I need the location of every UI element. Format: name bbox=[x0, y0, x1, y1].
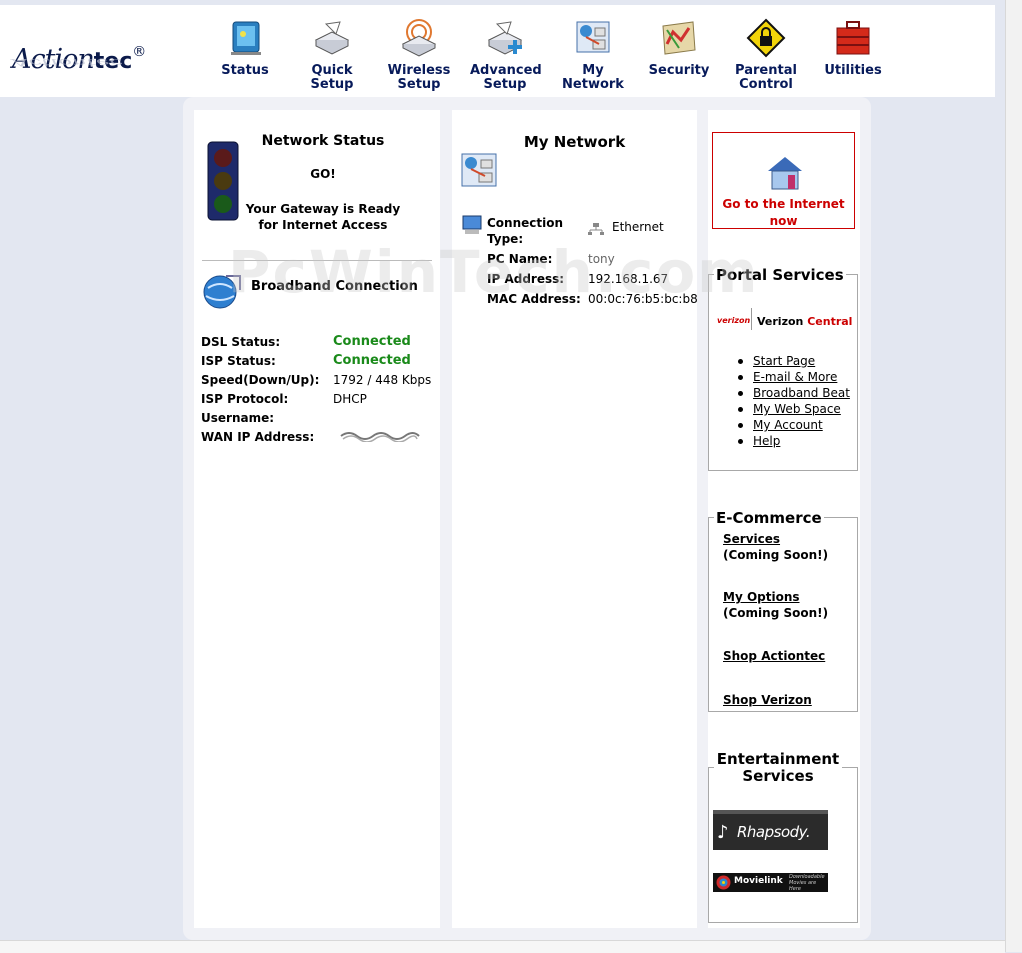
wan-ip-label: WAN IP Address: bbox=[201, 430, 315, 444]
go-to-internet-box[interactable]: Go to the Internet now bbox=[712, 132, 855, 229]
portal-link-my-web-space[interactable]: My Web Space bbox=[753, 402, 841, 416]
nav-quick-setup[interactable]: Quick Setup bbox=[302, 18, 362, 92]
rhapsody-banner[interactable]: ♪ Rhapsody. bbox=[713, 810, 828, 850]
dsl-status-value: Connected bbox=[333, 334, 411, 349]
ecommerce-my-options-link[interactable]: My Options bbox=[723, 590, 800, 604]
nav-wireless-setup[interactable]: Wireless Setup bbox=[386, 18, 452, 92]
connection-type-value: Ethernet bbox=[612, 220, 664, 234]
portal-link-email[interactable]: E-mail & More bbox=[753, 370, 837, 384]
quick-setup-icon bbox=[314, 21, 350, 55]
nav-my-network[interactable]: My Network bbox=[550, 18, 636, 92]
isp-protocol-label: ISP Protocol: bbox=[201, 392, 289, 406]
go-text: GO! bbox=[310, 167, 336, 181]
parental-control-icon bbox=[746, 18, 786, 58]
ecommerce-title: E-Commerce bbox=[714, 509, 824, 527]
portal-link-help[interactable]: Help bbox=[753, 434, 780, 448]
wireless-setup-icon bbox=[401, 19, 437, 57]
connection-type-label-1: Connection bbox=[487, 216, 564, 230]
horizontal-scrollbar[interactable] bbox=[0, 940, 1005, 953]
ecommerce-options-note: (Coming Soon!) bbox=[723, 606, 829, 620]
portal-link-my-account[interactable]: My Account bbox=[753, 418, 823, 432]
gateway-ready-line2: for Internet Access bbox=[258, 218, 388, 232]
gateway-ready-line1: Your Gateway is Ready bbox=[245, 202, 401, 216]
isp-protocol-value: DHCP bbox=[333, 392, 367, 406]
nav-status[interactable]: Status bbox=[215, 18, 275, 78]
nav-utilities[interactable]: Utilities bbox=[822, 18, 884, 78]
portal-link-start-page[interactable]: Start Page bbox=[753, 354, 815, 368]
ethernet-icon bbox=[588, 223, 604, 235]
speed-label: Speed(Down/Up): bbox=[201, 373, 320, 387]
my-network-icon bbox=[576, 21, 610, 53]
header: Actiontec® Actiontec Status Quick Setup W… bbox=[0, 0, 995, 97]
nav-advanced-setup[interactable]: Advanced Setup bbox=[470, 18, 542, 92]
go-to-internet-line1: Go to the Internet bbox=[722, 197, 845, 211]
nav-parental-control[interactable]: Parental Control bbox=[735, 18, 797, 92]
isp-status-label: ISP Status: bbox=[201, 354, 276, 368]
status-icon bbox=[231, 21, 261, 55]
page: Actiontec® Actiontec Status Quick Setup W… bbox=[0, 0, 1005, 940]
wan-ip-redacted bbox=[340, 432, 420, 442]
movielink-banner[interactable]: Movielink Downloadable Movies are Here bbox=[713, 873, 828, 892]
right-column: Go to the Internet now Portal Services v… bbox=[708, 110, 860, 928]
my-network-title: My Network bbox=[523, 133, 626, 151]
utilities-icon bbox=[836, 21, 870, 55]
entertainment-title: Entertainment Services bbox=[714, 751, 842, 785]
network-status-column: Network Status GO! Your Gateway is Ready… bbox=[194, 110, 440, 928]
advanced-setup-icon bbox=[487, 21, 523, 55]
shop-actiontec-link[interactable]: Shop Actiontec bbox=[723, 649, 825, 663]
pc-icon bbox=[462, 215, 482, 234]
house-icon bbox=[768, 157, 802, 190]
nav-security[interactable]: Security bbox=[648, 18, 710, 78]
security-icon bbox=[662, 21, 696, 55]
shop-verizon-link[interactable]: Shop Verizon bbox=[723, 693, 812, 707]
vertical-scrollbar[interactable] bbox=[1005, 0, 1022, 952]
speed-value: 1792 / 448 Kbps bbox=[333, 373, 432, 387]
my-network-panel-icon bbox=[461, 153, 497, 187]
movielink-logo-icon bbox=[716, 875, 731, 890]
my-network-column: My Network Connection Type: Ethernet PC … bbox=[452, 110, 698, 928]
go-to-internet-line2: now bbox=[769, 214, 798, 228]
ecommerce-services-link[interactable]: Services bbox=[723, 532, 780, 546]
portal-link-broadband-beat[interactable]: Broadband Beat bbox=[753, 386, 850, 400]
username-label: Username: bbox=[201, 411, 275, 425]
isp-status-value: Connected bbox=[333, 353, 411, 368]
ecommerce-services-note: (Coming Soon!) bbox=[723, 548, 829, 562]
traffic-light-icon bbox=[207, 141, 239, 221]
network-status-title: Network Status bbox=[261, 133, 385, 149]
watermark: PcWinTech.com bbox=[228, 238, 760, 306]
logo-reflection: Actiontec bbox=[12, 56, 123, 68]
dsl-status-label: DSL Status: bbox=[201, 335, 281, 349]
